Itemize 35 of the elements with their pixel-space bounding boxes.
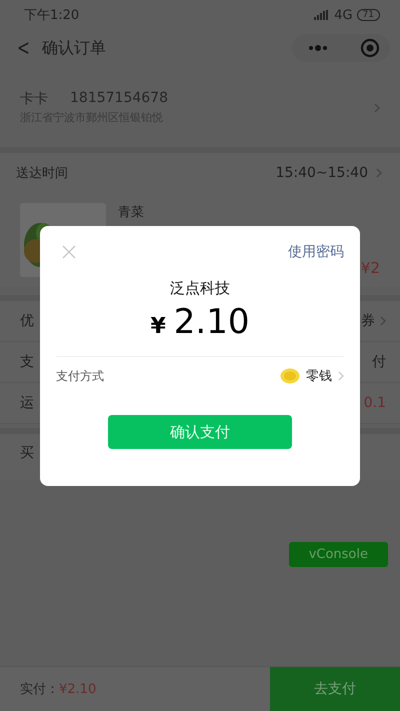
payment-method[interactable]: 零钱 (306, 367, 332, 385)
merchant-name: 泛点科技 (170, 279, 230, 298)
network-label: 4G (334, 8, 353, 22)
row-value: 券 (361, 312, 375, 330)
page-title: 确认订单 (42, 38, 107, 58)
currency-symbol: ¥ (150, 314, 166, 339)
use-password-link[interactable]: 使用密码 (288, 243, 344, 261)
close-target-icon[interactable] (360, 38, 380, 58)
method-label: 支付方式 (56, 368, 104, 384)
product-name: 青菜 (118, 204, 145, 221)
more-icon[interactable] (308, 45, 328, 51)
status-time: 下午1:20 (24, 7, 80, 24)
row-label: 支 (20, 353, 34, 371)
chevron-icon (376, 168, 382, 178)
contact-phone: 18157154678 (70, 90, 168, 108)
row-label: 运 (20, 394, 34, 412)
delivery-label: 送达时间 (16, 165, 68, 182)
contact-name: 卡卡 (20, 90, 48, 108)
vconsole-button[interactable]: vConsole (288, 542, 388, 567)
close-icon[interactable] (62, 245, 76, 259)
battery-indicator: 71 (356, 9, 380, 21)
total-label: 实付：¥2.10 (19, 681, 96, 698)
pay-button[interactable]: 去支付 (270, 667, 400, 711)
row-value: 付 (372, 353, 386, 371)
delivery-time[interactable]: 15:40~15:40 (276, 165, 368, 181)
row-label: 优 (20, 312, 34, 330)
back-button[interactable]: < (17, 36, 31, 60)
payment-amount: 2.10 (174, 302, 250, 342)
chevron-icon (374, 102, 380, 112)
confirm-pay-button[interactable]: 确认支付 (108, 415, 292, 449)
chevron-icon (380, 316, 386, 326)
coin-icon (280, 368, 300, 384)
message-label: 买 (20, 445, 34, 461)
chevron-icon (338, 371, 344, 381)
signal-icon (314, 10, 330, 20)
